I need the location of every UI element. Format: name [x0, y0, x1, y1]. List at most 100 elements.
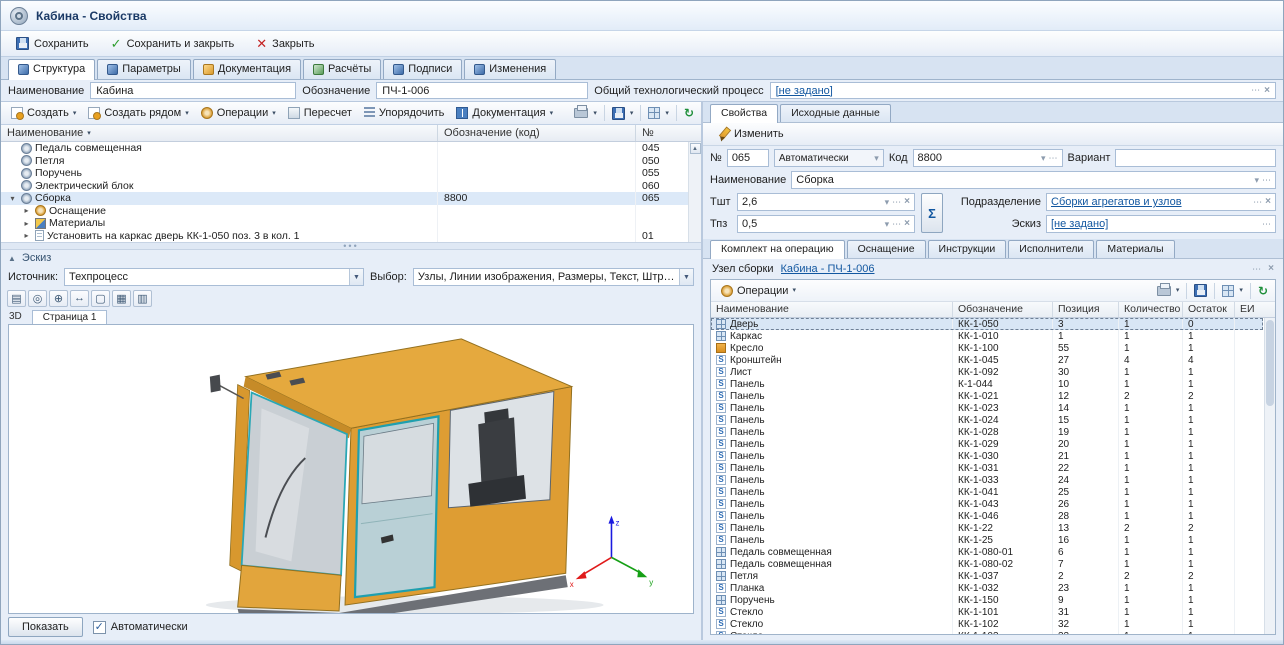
process-field[interactable]: [не задано] ⋯ ×	[770, 82, 1276, 99]
caret-down-icon[interactable]: ▾	[1254, 176, 1259, 185]
triangle-right-icon[interactable]: ▸	[21, 231, 32, 240]
scrollbar-thumb[interactable]	[1266, 320, 1274, 406]
operation-tab-1[interactable]: Оснащение	[847, 240, 926, 258]
layers-icon[interactable]: ▥	[133, 290, 152, 307]
variant-field[interactable]	[1115, 149, 1276, 167]
clear-x-icon[interactable]: ×	[1265, 197, 1271, 207]
more-dots-icon[interactable]: ⋯	[892, 220, 901, 229]
tsht-field[interactable]: 2,6 ▾ ⋯ ×	[737, 193, 915, 211]
structure-toolbar-button-4[interactable]: Упорядочить	[359, 105, 449, 121]
more-dots-icon[interactable]: ⋯	[1251, 86, 1260, 95]
table-row[interactable]: КаркасКК-1-010111	[711, 330, 1263, 342]
triangle-right-icon[interactable]: ▸	[21, 206, 32, 215]
table-row[interactable]: ПанельКК-1-0281911	[711, 426, 1263, 438]
table-row[interactable]: ПанельКК-1-251611	[711, 534, 1263, 546]
tree-row[interactable]: Электрический блок060	[1, 180, 688, 193]
column-header-num[interactable]: №	[636, 125, 701, 141]
table-row[interactable]: ПанельКК-1-0231411	[711, 402, 1263, 414]
checkbox-checked-icon[interactable]: ✓	[93, 621, 106, 634]
more-dots-icon[interactable]: ⋯	[1049, 154, 1058, 163]
caret-down-icon[interactable]: ▾	[1239, 287, 1243, 294]
clear-x-icon[interactable]: ×	[1264, 86, 1270, 96]
show-button[interactable]: Показать	[8, 617, 83, 637]
tpz-field[interactable]: 0,5 ▾ ⋯ ×	[737, 215, 915, 233]
table-row[interactable]: ПанельКК-1-221322	[711, 522, 1263, 534]
export-icon[interactable]	[612, 107, 625, 120]
triangle-right-icon[interactable]: ▸	[21, 219, 32, 228]
horizontal-splitter[interactable]: •••	[1, 242, 701, 250]
column-header[interactable]: ЕИ	[1235, 302, 1263, 317]
tree-row[interactable]: Петля050	[1, 155, 688, 168]
column-header[interactable]: Остаток	[1183, 302, 1235, 317]
caret-down-icon[interactable]: ▼	[679, 269, 693, 285]
scroll-up-icon[interactable]: ▲	[690, 143, 701, 154]
designation-field[interactable]: ПЧ-1-006	[376, 82, 588, 99]
table-row[interactable]: Педаль совмещеннаяКК-1-080-01611	[711, 546, 1263, 558]
table-row[interactable]: ПанельКК-1-0211222	[711, 390, 1263, 402]
table-row[interactable]: ПетляКК-1-037222	[711, 570, 1263, 582]
refresh-icon[interactable]: ↻	[1258, 285, 1268, 297]
table-row[interactable]: ЛистКК-1-0923011	[711, 366, 1263, 378]
tab-5[interactable]: Изменения	[464, 59, 556, 79]
caret-down-icon[interactable]: ▾	[665, 110, 669, 117]
table-row[interactable]: СтеклоКК-1-1013111	[711, 606, 1263, 618]
sketch-viewport[interactable]: z x y	[8, 324, 694, 614]
clear-x-icon[interactable]: ×	[1268, 264, 1274, 274]
column-header[interactable]: Обозначение	[953, 302, 1053, 317]
structure-toolbar-button-1[interactable]: Создать рядом▾	[83, 105, 193, 121]
more-dots-icon[interactable]: ⋯	[1262, 176, 1271, 185]
caret-down-icon[interactable]: ▾	[1041, 154, 1046, 163]
select-combo[interactable]: Узлы, Линии изображения, Размеры, Текст,…	[413, 268, 694, 286]
clear-x-icon[interactable]: ×	[904, 197, 910, 207]
table-row[interactable]: ПанельКК-1-0302111	[711, 450, 1263, 462]
tree-row[interactable]: ▸Оснащение	[1, 205, 688, 218]
view-grid-icon[interactable]	[648, 107, 660, 119]
save-and-close-button[interactable]: ✓ Сохранить и закрыть	[103, 34, 243, 53]
tab-3[interactable]: Расчёты	[303, 59, 381, 79]
auto-checkbox-group[interactable]: ✓ Автоматически	[93, 621, 188, 634]
refresh-icon[interactable]: ↻	[684, 107, 694, 119]
save-button[interactable]: Сохранить	[8, 34, 97, 53]
tree-row[interactable]: ▸Установить на каркас дверь КК-1-050 поз…	[1, 230, 688, 243]
printer-icon[interactable]	[1157, 286, 1171, 296]
clear-x-icon[interactable]: ×	[904, 219, 910, 229]
division-value-link[interactable]: Сборки агрегатов и узлов	[1051, 196, 1182, 208]
sketch-section-header[interactable]: ▲ Эскиз	[1, 250, 701, 266]
tab-1[interactable]: Параметры	[97, 59, 191, 79]
more-dots-icon[interactable]: ⋯	[1252, 265, 1261, 274]
table-row[interactable]: КронштейнКК-1-0452744	[711, 354, 1263, 366]
edit-button[interactable]: Изменить	[709, 126, 792, 142]
division-field[interactable]: Сборки агрегатов и узлов ⋯ ×	[1046, 193, 1276, 211]
caret-down-icon[interactable]: ▾	[885, 220, 890, 229]
table-row[interactable]: ПанельКК-1-0462811	[711, 510, 1263, 522]
operations-button[interactable]: Операции ▾	[716, 283, 801, 299]
parts-scrollbar[interactable]	[1264, 318, 1275, 634]
source-combo[interactable]: Техпроцесс ▼	[64, 268, 364, 286]
caret-down-icon[interactable]: ▼	[349, 269, 363, 285]
table-row[interactable]: ПанельКК-1-0412511	[711, 486, 1263, 498]
caret-down-icon[interactable]: ▾	[593, 110, 597, 117]
operation-tab-3[interactable]: Исполнители	[1008, 240, 1094, 258]
tree-scrollbar[interactable]: ▲	[688, 142, 701, 242]
tree-row[interactable]: ▸Материалы	[1, 217, 688, 230]
printer-icon[interactable]	[574, 108, 588, 118]
structure-toolbar-button-0[interactable]: Создать▾	[6, 105, 81, 121]
page-tab[interactable]: Страница 1	[32, 310, 108, 325]
sketch-value-link[interactable]: [не задано]	[1051, 218, 1108, 230]
table-row[interactable]: ПанельКК-1-0432611	[711, 498, 1263, 510]
table-row[interactable]: СтеклоКК-1-1023211	[711, 618, 1263, 630]
column-header[interactable]: Наименование	[711, 302, 953, 317]
table-row[interactable]: ПанельКК-1-0292011	[711, 438, 1263, 450]
sketch-ref-field[interactable]: [не задано] ⋯	[1046, 215, 1276, 233]
table-row[interactable]: ПанельКК-1-0312211	[711, 462, 1263, 474]
export-icon[interactable]	[1194, 284, 1207, 297]
mode-combo[interactable]: Автоматически ▾	[774, 149, 884, 167]
assembly-node-link[interactable]: Кабина - ПЧ-1-006	[781, 263, 875, 275]
table-row[interactable]: Педаль совмещеннаяКК-1-080-02711	[711, 558, 1263, 570]
table-row[interactable]: КреслоКК-1-1005511	[711, 342, 1263, 354]
table-row[interactable]: ПанельК-1-0441011	[711, 378, 1263, 390]
caret-down-icon[interactable]: ▾	[885, 198, 890, 207]
print-preview-icon[interactable]: ◎	[28, 290, 47, 307]
structure-toolbar-button-5[interactable]: Документация▾	[451, 105, 558, 121]
tree-row[interactable]: Педаль совмещенная045	[1, 142, 688, 155]
